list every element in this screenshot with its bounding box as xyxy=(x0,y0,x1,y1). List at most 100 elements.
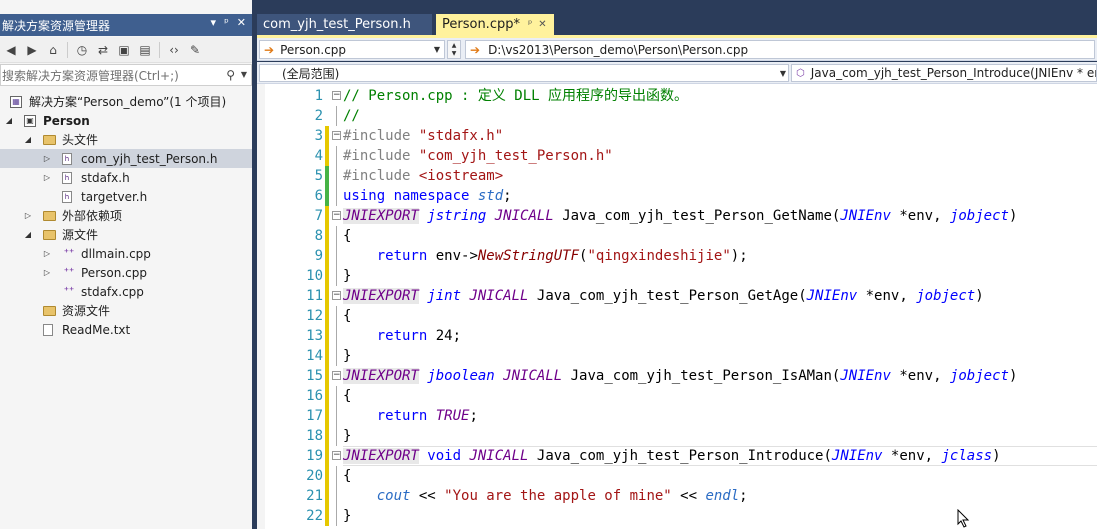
code-token: JNIEnv xyxy=(806,288,858,304)
expander-icon[interactable]: ▷ xyxy=(42,249,52,258)
tree-item[interactable]: ▦ 解决方案“Person_demo”(1 个项目) xyxy=(0,92,252,111)
code-line[interactable]: 20 { xyxy=(257,466,1097,486)
panel-menu-icon[interactable]: ▾ xyxy=(211,16,217,29)
code-line[interactable]: 16 { xyxy=(257,386,1097,406)
close-tab-icon[interactable]: ✕ xyxy=(538,19,546,30)
line-number: 9 xyxy=(314,248,323,264)
tree-item[interactable]: ▷ h com_yjh_test_Person.h xyxy=(0,149,252,168)
tree-item[interactable]: ▷ h stdafx.h xyxy=(0,168,252,187)
code-line[interactable]: 14} xyxy=(257,346,1097,366)
code-line[interactable]: 12 { xyxy=(257,306,1097,326)
expander-icon[interactable]: ▷ xyxy=(42,173,52,182)
line-number: 22 xyxy=(306,508,323,524)
history-icon[interactable]: ◷ xyxy=(73,41,91,59)
tree-item[interactable]: ◢ 源文件 xyxy=(0,225,252,244)
code-line[interactable]: 7− JNIEXPORT jstring JNICALL Java_com_yjh… xyxy=(257,206,1097,226)
code-token: } xyxy=(343,428,352,444)
view-code-icon[interactable]: ‹› xyxy=(165,41,183,59)
expander-icon[interactable]: ▷ xyxy=(23,211,33,220)
expander-icon[interactable]: ◢ xyxy=(4,116,14,125)
tree-item[interactable]: ⁺⁺ stdafx.cpp xyxy=(0,282,252,301)
code-line[interactable]: 11− JNIEXPORT jint JNICALL Java_com_yjh_t… xyxy=(257,286,1097,306)
chevron-down-icon[interactable]: ▼ xyxy=(780,69,786,78)
solution-search-input[interactable]: 搜索解决方案资源管理器(Ctrl+;) ⚲ ▼ xyxy=(0,64,252,86)
search-options-icon[interactable]: ▼ xyxy=(241,70,247,79)
code-text: } xyxy=(343,426,351,446)
member-combo[interactable]: ⬡ Java_com_yjh_test_Person_Introduce(JNI… xyxy=(791,64,1097,82)
code-line[interactable]: 15− JNIEXPORT jboolean JNICALL Java_com_y… xyxy=(257,366,1097,386)
code-line[interactable]: 8{ xyxy=(257,226,1097,246)
tree-item[interactable]: ◢ ▣ Person xyxy=(0,111,252,130)
code-token: endl xyxy=(705,488,740,504)
tree-item[interactable]: ◢ 头文件 xyxy=(0,130,252,149)
code-line[interactable]: 10} xyxy=(257,266,1097,286)
tree-item[interactable]: 资源文件 xyxy=(0,301,252,320)
line-number: 6 xyxy=(314,188,323,204)
sync-icon[interactable]: ⇄ xyxy=(94,41,112,59)
code-line[interactable]: 18} xyxy=(257,426,1097,446)
collapse-icon[interactable]: − xyxy=(332,211,341,220)
header-file-icon: h xyxy=(62,171,72,184)
file-combo[interactable]: ➔ Person.cpp ▼ xyxy=(259,40,445,59)
tree-item[interactable]: ReadMe.txt xyxy=(0,320,252,339)
code-token: << xyxy=(671,488,706,504)
header-file-icon: h xyxy=(62,190,72,203)
code-line[interactable]: 5 #include <iostream> xyxy=(257,166,1097,186)
code-line[interactable]: 21 cout << "You are the apple of mine" <… xyxy=(257,486,1097,506)
collapse-icon[interactable]: − xyxy=(332,291,341,300)
search-icon[interactable]: ⚲ xyxy=(226,68,235,82)
collapse-icon[interactable]: − xyxy=(332,91,341,100)
code-token: JNIEnv xyxy=(840,368,891,384)
code-line[interactable]: 22} xyxy=(257,506,1097,526)
forward-icon[interactable]: ▶ xyxy=(23,41,41,59)
back-icon[interactable]: ◀ xyxy=(2,41,20,59)
tree-item[interactable]: ▷ ⁺⁺ Person.cpp xyxy=(0,263,252,282)
scope-combo[interactable]: (全局范围) ▼ xyxy=(259,64,789,82)
tree-item[interactable]: h targetver.h xyxy=(0,187,252,206)
expander-icon[interactable]: ◢ xyxy=(23,135,33,144)
code-token: void xyxy=(427,448,462,464)
close-icon[interactable]: ✕ xyxy=(237,16,246,29)
code-token: jobject xyxy=(916,288,976,304)
code-line[interactable]: 13 return 24; xyxy=(257,326,1097,346)
expander-icon[interactable]: ◢ xyxy=(23,230,33,239)
tree-item[interactable]: ▷ 外部依赖项 xyxy=(0,206,252,225)
home-icon[interactable]: ⌂ xyxy=(44,41,62,59)
line-number: 11 xyxy=(306,288,323,304)
line-number: 1 xyxy=(314,88,323,104)
chevron-down-icon[interactable]: ▼ xyxy=(434,45,440,54)
tab-com-yjh-test-person-h[interactable]: com_yjh_test_Person.h xyxy=(257,14,432,35)
code-line[interactable]: 6 using namespace std; xyxy=(257,186,1097,206)
code-line[interactable]: 17 return TRUE; xyxy=(257,406,1097,426)
code-editor[interactable]: 1−// Person.cpp : 定义 DLL 应用程序的导出函数。 2//3−… xyxy=(257,84,1097,529)
code-line[interactable]: 19− JNIEXPORT void JNICALL Java_com_yjh_t… xyxy=(257,446,1097,466)
code-token: *env, xyxy=(890,208,950,224)
code-line[interactable]: 3− #include "stdafx.h" xyxy=(257,126,1097,146)
expander-icon[interactable]: ▷ xyxy=(42,154,52,163)
cpp-file-icon: ⁺⁺ xyxy=(63,248,75,259)
file-path-box[interactable]: ➔ D:\vs2013\Person_demo\Person\Person.cp… xyxy=(465,40,1095,59)
solution-explorer-titlebar: 解决方案资源管理器 ▾ ᵖ ✕ xyxy=(0,14,252,36)
collapse-icon[interactable]: − xyxy=(332,131,341,140)
show-all-files-icon[interactable]: ▤ xyxy=(136,41,154,59)
split-toggle[interactable]: ▲ ▼ xyxy=(447,40,461,59)
pin-icon[interactable]: ᵖ xyxy=(224,16,229,29)
collapse-icon[interactable]: − xyxy=(332,451,341,460)
tree-item[interactable]: ▷ ⁺⁺ dllmain.cpp xyxy=(0,244,252,263)
code-token: jstring xyxy=(427,208,487,224)
code-line[interactable]: 4 #include "com_yjh_test_Person.h" xyxy=(257,146,1097,166)
fold-guide xyxy=(336,186,337,206)
code-line[interactable]: 1−// Person.cpp : 定义 DLL 应用程序的导出函数。 xyxy=(257,86,1097,106)
tab-label: com_yjh_test_Person.h xyxy=(263,17,411,32)
tab-person-cpp[interactable]: Person.cpp* ᵖ ✕ xyxy=(436,14,554,35)
properties-icon[interactable]: ✎ xyxy=(186,41,204,59)
editor-tabstrip: com_yjh_test_Person.h Person.cpp* ᵖ ✕ xyxy=(257,14,1097,35)
folder-icon xyxy=(43,305,56,316)
pin-icon[interactable]: ᵖ xyxy=(528,19,532,30)
code-line[interactable]: 2 // xyxy=(257,106,1097,126)
collapse-icon[interactable]: − xyxy=(332,371,341,380)
expander-icon[interactable]: ▷ xyxy=(42,268,52,277)
tree-item-label: ReadMe.txt xyxy=(62,322,131,337)
code-line[interactable]: 9 return env->NewStringUTF("qingxindeshi… xyxy=(257,246,1097,266)
collapse-all-icon[interactable]: ▣ xyxy=(115,41,133,59)
